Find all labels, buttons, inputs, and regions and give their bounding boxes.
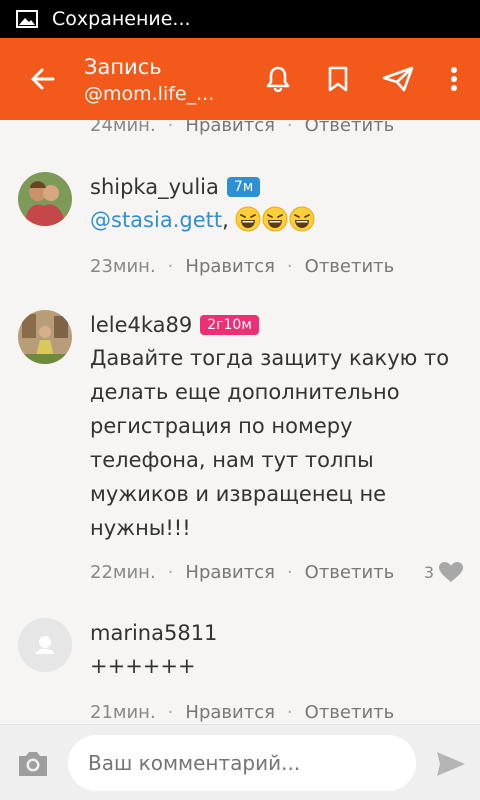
comments-feed[interactable]: 24мин. · Нравится · Ответить shipka_yuli…: [0, 120, 480, 724]
bell-icon: [266, 66, 290, 93]
notifications-button[interactable]: [248, 38, 308, 120]
reply-link[interactable]: Ответить: [305, 120, 395, 136]
avatar[interactable]: [18, 618, 72, 672]
separator-dot: ·: [286, 701, 293, 723]
like-link[interactable]: Нравится: [185, 562, 275, 583]
separator-dot: ·: [167, 561, 174, 583]
separator-dot: ·: [167, 255, 174, 277]
user-placeholder-icon: [18, 618, 72, 672]
separator-dot: ·: [167, 120, 174, 136]
bookmark-button[interactable]: [308, 38, 368, 120]
avatar-photo-icon: [18, 310, 72, 364]
avatar[interactable]: [18, 310, 72, 364]
comment-composer: [0, 724, 480, 800]
separator-dot: ·: [286, 120, 293, 136]
comment-header: shipka_yulia 7м: [90, 172, 464, 202]
reply-link[interactable]: Ответить: [305, 256, 395, 277]
member-age-badge: 2г10м: [200, 315, 259, 335]
comment-time: 21мин.: [90, 701, 156, 723]
comment-header: marina5811: [90, 618, 464, 648]
page-title: Запись: [84, 55, 162, 79]
send-icon[interactable]: [434, 749, 468, 779]
comment-body: lele4ka89 2г10м Давайте тогда защиту как…: [90, 310, 464, 545]
comment-meta: 22мин. · Нравится · Ответить 3: [90, 557, 464, 587]
arrow-left-icon: [31, 68, 55, 90]
like-link[interactable]: Нравится: [185, 702, 275, 723]
comment-username[interactable]: shipka_yulia: [90, 175, 219, 199]
comment-header: lele4ka89 2г10м: [90, 310, 464, 340]
share-button[interactable]: [368, 38, 428, 120]
more-menu-button[interactable]: [428, 38, 480, 120]
reply-link[interactable]: Ответить: [305, 562, 395, 583]
comment-meta: 23мин. · Нравится · Ответить: [90, 251, 464, 281]
avatar[interactable]: [18, 172, 72, 226]
like-link[interactable]: Нравится: [185, 120, 275, 136]
comment-time: 22мин.: [90, 561, 156, 583]
comment-text: @stasia.gett,: [90, 203, 464, 237]
like-counter[interactable]: 3: [424, 561, 464, 583]
comment-text-punct: ,: [222, 208, 229, 232]
comment-meta: 21мин. · Нравится · Ответить: [90, 697, 464, 724]
avatar-photo-icon: [18, 172, 72, 226]
status-text: Сохранение...: [52, 8, 191, 30]
comment-body: shipka_yulia 7м @stasia.gett,: [90, 172, 464, 237]
reply-link[interactable]: Ответить: [305, 702, 395, 723]
like-link[interactable]: Нравится: [185, 256, 275, 277]
comment-body: marina5811 ++++++: [90, 618, 464, 683]
member-age-badge: 7м: [226, 177, 261, 197]
separator-dot: ·: [167, 701, 174, 723]
laughing-emoji-icon: [235, 206, 261, 232]
bookmark-icon: [328, 66, 348, 92]
back-button[interactable]: [0, 38, 84, 120]
app-bar-titles: Запись @mom.life_...: [84, 51, 248, 107]
like-count: 3: [423, 562, 434, 582]
heart-icon: [439, 562, 463, 582]
send-plane-icon: [382, 66, 414, 92]
laughing-emoji-icon: [262, 206, 288, 232]
mention-link[interactable]: @stasia.gett: [90, 208, 222, 232]
app-bar: Запись @mom.life_...: [0, 38, 480, 120]
image-icon: [16, 10, 38, 28]
comment-text: Давайте тогда защиту какую то делать еще…: [90, 346, 450, 540]
separator-dot: ·: [286, 561, 293, 583]
comment-username[interactable]: marina5811: [90, 621, 217, 645]
comment-time: 23мин.: [90, 255, 156, 277]
laughing-emoji-icon: [289, 206, 315, 232]
page-subtitle: @mom.life_...: [84, 83, 215, 105]
comment-username[interactable]: lele4ka89: [90, 313, 192, 337]
comment-text: ++++++: [90, 654, 196, 678]
comment-time: 24мин.: [90, 120, 156, 136]
more-vertical-icon: [451, 67, 457, 91]
status-bar: Сохранение...: [0, 0, 480, 38]
comment-input[interactable]: [68, 735, 416, 791]
separator-dot: ·: [286, 255, 293, 277]
comment-meta: 24мин. · Нравится · Ответить: [90, 120, 464, 140]
camera-icon[interactable]: [16, 749, 50, 779]
